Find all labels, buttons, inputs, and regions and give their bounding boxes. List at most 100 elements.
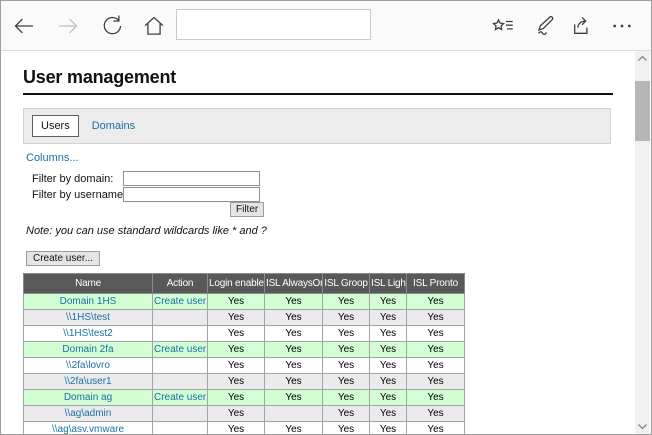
create-user-button[interactable]: Create user... — [26, 251, 100, 266]
columns-link[interactable]: Columns... — [26, 152, 79, 164]
user-name-link[interactable]: Domain ag — [64, 392, 112, 403]
name-cell: \\2fa\user1 — [24, 374, 153, 390]
action-cell — [153, 406, 208, 422]
address-bar[interactable] — [176, 9, 371, 40]
filter-username-input[interactable] — [123, 187, 260, 202]
user-name-link[interactable]: \\2fa\lovro — [66, 360, 110, 371]
create-user-link[interactable]: Create user — [154, 296, 206, 307]
flag-cell: Yes — [208, 358, 265, 374]
col-header-isl-pronto: ISL Pronto — [407, 274, 465, 294]
table-header-row: Name Action Login enabled ISL AlwaysOn I… — [24, 274, 465, 294]
flag-cell: Yes — [407, 390, 465, 406]
refresh-button[interactable] — [99, 13, 125, 39]
name-cell: Domain ag — [24, 390, 153, 406]
flag-cell: Yes — [208, 326, 265, 342]
user-name-link[interactable]: \\ag\admin — [65, 408, 112, 419]
flag-cell: Yes — [407, 422, 465, 435]
flag-cell: Yes — [407, 406, 465, 422]
scrollbar-thumb[interactable] — [635, 81, 650, 141]
col-header-isl-groop: ISL Groop — [323, 274, 370, 294]
favorites-hub-icon — [490, 13, 516, 39]
flag-cell: Yes — [323, 358, 370, 374]
col-header-login-enabled: Login enabled — [208, 274, 265, 294]
table-row: \\2fa\user1YesYesYesYesYes — [24, 374, 465, 390]
action-cell — [153, 326, 208, 342]
create-user-link[interactable]: Create user — [154, 392, 206, 403]
action-cell — [153, 358, 208, 374]
flag-cell — [265, 406, 323, 422]
flag-cell: Yes — [265, 310, 323, 326]
forward-button[interactable] — [55, 13, 81, 39]
create-user-link[interactable]: Create user — [154, 344, 206, 355]
filter-domain-input[interactable] — [123, 171, 260, 186]
action-cell — [153, 310, 208, 326]
flag-cell: Yes — [323, 390, 370, 406]
flag-cell: Yes — [370, 326, 407, 342]
share-button[interactable] — [569, 13, 595, 39]
user-name-link[interactable]: Domain 1HS — [60, 296, 117, 307]
browser-window: User management Users Domains Columns...… — [0, 0, 652, 435]
favorites-hub-button[interactable] — [490, 13, 516, 39]
users-table: Name Action Login enabled ISL AlwaysOn I… — [23, 273, 465, 435]
flag-cell: Yes — [208, 374, 265, 390]
table-row: \\1HS\testYesYesYesYesYes — [24, 310, 465, 326]
flag-cell: Yes — [370, 390, 407, 406]
flag-cell: Yes — [323, 406, 370, 422]
flag-cell: Yes — [407, 310, 465, 326]
flag-cell: Yes — [208, 422, 265, 435]
flag-cell: Yes — [265, 294, 323, 310]
flag-cell: Yes — [407, 294, 465, 310]
scroll-down-button[interactable] — [635, 419, 650, 434]
chevron-down-icon — [638, 424, 647, 429]
flag-cell: Yes — [323, 310, 370, 326]
chevron-up-icon — [638, 56, 647, 61]
flag-cell: Yes — [323, 294, 370, 310]
col-header-action: Action — [153, 274, 208, 294]
tab-domains[interactable]: Domains — [92, 120, 135, 132]
scroll-up-button[interactable] — [635, 51, 650, 66]
user-name-link[interactable]: \\1HS\test — [66, 312, 110, 323]
back-button[interactable] — [11, 13, 37, 39]
share-icon — [569, 13, 595, 39]
flag-cell: Yes — [370, 342, 407, 358]
name-cell: Domain 1HS — [24, 294, 153, 310]
user-name-link[interactable]: \\ag\asv.vmware — [52, 424, 124, 435]
filter-domain-label: Filter by domain: — [32, 173, 113, 185]
name-cell: Domain 2fa — [24, 342, 153, 358]
col-header-isl-light: ISL Light — [370, 274, 407, 294]
flag-cell: Yes — [407, 358, 465, 374]
flag-cell: Yes — [323, 374, 370, 390]
home-icon — [141, 13, 167, 39]
home-button[interactable] — [141, 13, 167, 39]
flag-cell: Yes — [265, 342, 323, 358]
web-note-button[interactable] — [532, 13, 558, 39]
flag-cell: Yes — [208, 406, 265, 422]
flag-cell: Yes — [208, 342, 265, 358]
forward-icon — [55, 13, 81, 39]
filter-button[interactable]: Filter — [230, 202, 264, 217]
user-name-link[interactable]: \\2fa\user1 — [64, 376, 111, 387]
flag-cell: Yes — [370, 406, 407, 422]
table-row: Domain agCreate userYesYesYesYesYes — [24, 390, 465, 406]
name-cell: \\1HS\test2 — [24, 326, 153, 342]
col-header-name: Name — [24, 274, 153, 294]
flag-cell: Yes — [265, 422, 323, 435]
vertical-scrollbar[interactable] — [635, 51, 650, 434]
flag-cell: Yes — [407, 342, 465, 358]
flag-cell: Yes — [407, 326, 465, 342]
user-name-link[interactable]: Domain 2fa — [62, 344, 113, 355]
name-cell: \\2fa\lovro — [24, 358, 153, 374]
user-name-link[interactable]: \\1HS\test2 — [63, 328, 112, 339]
back-icon — [11, 13, 37, 39]
flag-cell: Yes — [323, 342, 370, 358]
more-menu-button[interactable] — [609, 13, 635, 39]
table-row: Domain 2faCreate userYesYesYesYesYes — [24, 342, 465, 358]
tab-users[interactable]: Users — [32, 115, 79, 137]
flag-cell: Yes — [370, 358, 407, 374]
flag-cell: Yes — [265, 374, 323, 390]
flag-cell: Yes — [208, 310, 265, 326]
table-row: Domain 1HSCreate userYesYesYesYesYes — [24, 294, 465, 310]
flag-cell: Yes — [208, 390, 265, 406]
flag-cell: Yes — [370, 422, 407, 435]
web-note-icon — [532, 13, 558, 39]
